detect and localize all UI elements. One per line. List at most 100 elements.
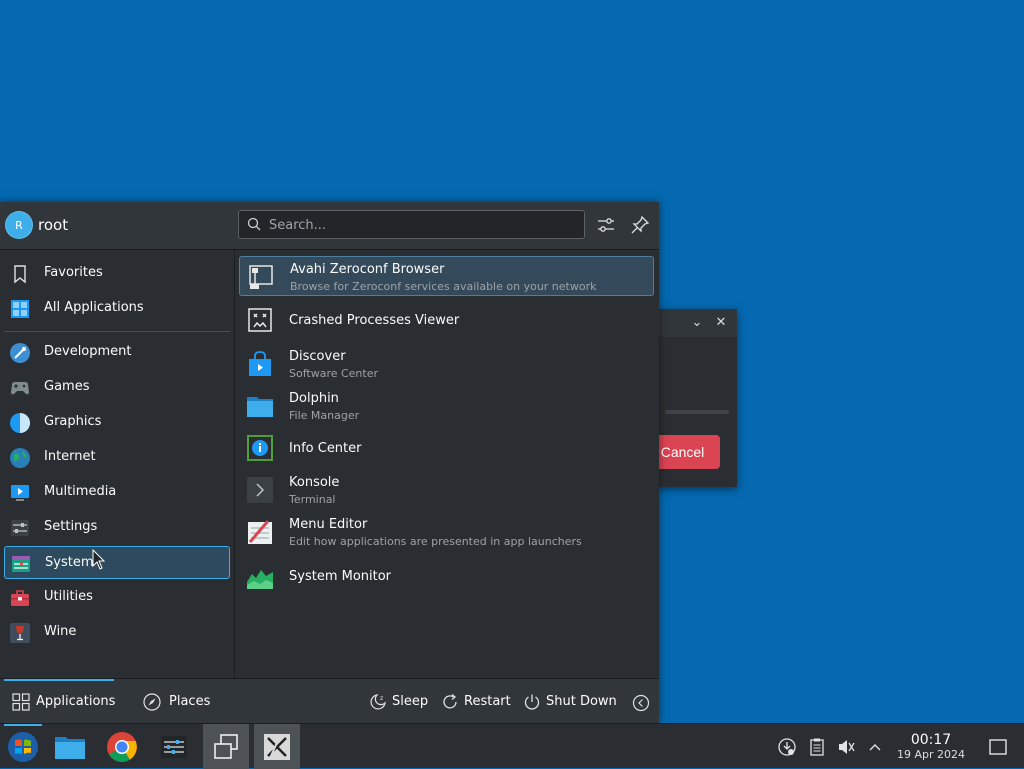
grid-icon	[12, 693, 30, 711]
folder-icon	[55, 737, 85, 759]
network-browser-icon	[249, 265, 273, 289]
sidebar-item-favorites[interactable]: Favorites	[4, 257, 230, 290]
sleep-button[interactable]: z Sleep	[369, 693, 429, 713]
taskbar-x-window[interactable]	[254, 724, 300, 769]
windows-overlap-icon	[214, 734, 238, 759]
restart-button[interactable]: Restart	[441, 693, 511, 713]
sidebar-item-system[interactable]: System	[4, 546, 230, 579]
action-label: Shut Down	[546, 694, 617, 709]
search-box[interactable]	[238, 210, 585, 239]
shut-down-button[interactable]: Shut Down	[523, 693, 617, 713]
app-crashed-processes-viewer[interactable]: Crashed Processes Viewer	[239, 300, 654, 340]
chrome-icon	[107, 732, 137, 762]
avatar[interactable]: R	[5, 211, 33, 239]
system-monitor-icon	[247, 563, 273, 589]
tab-label: Places	[169, 694, 211, 709]
gamepad-icon	[11, 382, 29, 395]
sidebar-item-internet[interactable]: Internet	[4, 441, 230, 474]
active-indicator	[4, 724, 42, 726]
app-description: Browse for Zeroconf services available o…	[290, 280, 597, 293]
taskbar-window-switcher[interactable]	[203, 724, 249, 769]
network-icon[interactable]	[777, 737, 797, 757]
app-info-center[interactable]: Info Center	[239, 428, 654, 468]
crash-icon	[248, 308, 272, 332]
sidebar-item-label: Settings	[44, 519, 98, 534]
sidebar-item-label: Games	[44, 379, 90, 394]
app-description: Software Center	[289, 367, 379, 380]
username: root	[38, 216, 69, 234]
sidebar-item-graphics[interactable]: Graphics	[4, 406, 230, 439]
sidebar-item-development[interactable]: Development	[4, 336, 230, 369]
taskbar-dolphin[interactable]	[47, 724, 93, 769]
start-menu-button[interactable]	[0, 724, 46, 769]
restart-icon	[443, 694, 457, 709]
sidebar-item-label: Multimedia	[44, 484, 117, 499]
clipboard-icon[interactable]	[807, 737, 827, 757]
taskbar-chrome[interactable]	[99, 724, 145, 769]
app-name: Avahi Zeroconf Browser	[290, 262, 445, 277]
sidebar-item-label: All Applications	[44, 300, 144, 315]
launcher-footer: Applications Places z Sleep Restart Shut…	[0, 678, 659, 724]
app-name: Dolphin	[289, 391, 339, 406]
action-label: Sleep	[392, 694, 429, 709]
sidebar-item-wine[interactable]: Wine	[4, 616, 230, 649]
mouse-cursor-icon	[92, 549, 106, 570]
sidebar-divider	[4, 331, 230, 332]
sidebar-item-utilities[interactable]: Utilities	[4, 581, 230, 614]
app-name: Crashed Processes Viewer	[289, 313, 460, 328]
app-name: System Monitor	[289, 569, 392, 584]
sidebar-item-multimedia[interactable]: Multimedia	[4, 476, 230, 509]
dialog-titlebar: ⌄ ✕	[655, 309, 737, 337]
app-menu-editor[interactable]: Menu Editor Edit how applications are pr…	[239, 512, 654, 552]
taskbar-system-settings[interactable]	[151, 724, 197, 769]
active-tab-indicator	[4, 679, 114, 681]
category-sidebar: Favorites All Applications Development G…	[0, 250, 235, 678]
clock-time[interactable]: 00:17	[897, 732, 965, 748]
app-name: Discover	[289, 349, 346, 364]
app-avahi-zeroconf-browser[interactable]: Avahi Zeroconf Browser Browse for Zeroco…	[239, 256, 654, 296]
tab-places[interactable]: Places	[143, 693, 213, 713]
terminal-icon	[247, 477, 273, 503]
app-dolphin[interactable]: Dolphin File Manager	[239, 386, 654, 426]
development-icon	[10, 343, 30, 363]
discover-icon	[249, 351, 271, 376]
sidebar-item-all-applications[interactable]: All Applications	[4, 292, 230, 325]
multimedia-icon	[11, 485, 29, 501]
sleep-icon: z	[370, 694, 386, 710]
sidebar-item-label: Utilities	[44, 589, 93, 604]
clock-date[interactable]: 19 Apr 2024	[893, 748, 969, 761]
sidebar-item-label: Wine	[44, 624, 77, 639]
taskbar: 00:17 19 Apr 2024	[0, 723, 1024, 769]
svg-text:z: z	[380, 695, 383, 702]
app-description: Edit how applications are presented in a…	[289, 535, 582, 548]
sidebar-item-label: Internet	[44, 449, 96, 464]
search-input[interactable]	[267, 215, 571, 236]
chevron-up-icon[interactable]	[865, 737, 885, 757]
application-list: Avahi Zeroconf Browser Browse for Zeroco…	[235, 250, 659, 678]
tab-applications[interactable]: Applications	[12, 693, 115, 713]
power-icon	[524, 694, 540, 710]
app-description: File Manager	[289, 409, 360, 422]
sidebar-item-label: Graphics	[44, 414, 102, 429]
grid-icon	[11, 300, 29, 318]
show-desktop-icon[interactable]	[988, 737, 1008, 757]
system-icon	[12, 556, 30, 572]
chevron-left-icon[interactable]	[632, 694, 650, 712]
close-icon[interactable]: ✕	[713, 315, 729, 331]
launcher-header: R root	[0, 202, 659, 250]
windows-logo-icon	[8, 732, 38, 762]
app-discover[interactable]: Discover Software Center	[239, 344, 654, 384]
action-label: Restart	[464, 694, 511, 709]
minimize-icon[interactable]: ⌄	[689, 315, 705, 331]
configure-icon[interactable]	[596, 215, 616, 235]
search-icon	[247, 217, 261, 231]
app-konsole[interactable]: Konsole Terminal	[239, 470, 654, 510]
dialog-progress-bar	[665, 410, 729, 414]
application-launcher: R root Favorites All Applications Develo…	[0, 202, 659, 724]
x-window-icon	[264, 734, 290, 760]
sidebar-item-games[interactable]: Games	[4, 371, 230, 404]
app-system-monitor[interactable]: System Monitor	[239, 556, 654, 596]
sidebar-item-settings[interactable]: Settings	[4, 511, 230, 544]
pin-icon[interactable]	[630, 215, 650, 235]
volume-muted-icon[interactable]	[836, 737, 856, 757]
